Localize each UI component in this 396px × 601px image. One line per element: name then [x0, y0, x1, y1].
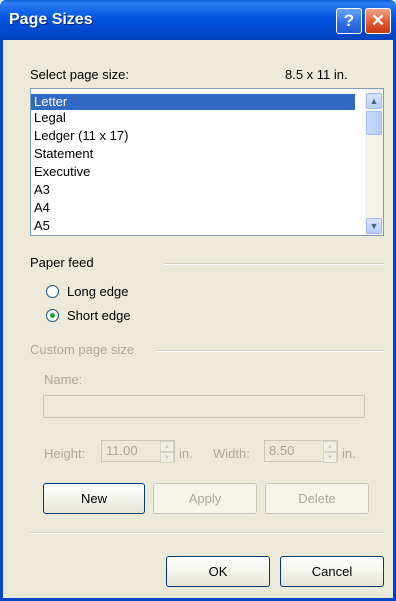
custom-page-size-label: Custom page size — [30, 342, 135, 357]
scroll-down-button[interactable]: ▼ — [366, 218, 382, 234]
chevron-down-icon: ▼ — [369, 221, 379, 231]
list-item-legal[interactable]: Legal — [31, 110, 355, 126]
radio-selected-dot — [50, 313, 55, 318]
width-spinner[interactable]: ▲ ▼ — [323, 441, 337, 463]
radio-short-edge-label[interactable]: Short edge — [67, 308, 131, 323]
height-label: Height: — [44, 446, 86, 461]
select-page-size-label: Select page size: — [30, 67, 130, 82]
radio-long-edge-label[interactable]: Long edge — [67, 284, 128, 299]
height-value: 11.00 — [106, 443, 138, 458]
current-page-size: 8.5 x 11 in. — [285, 67, 348, 82]
list-item-a3[interactable]: A3 — [31, 182, 355, 198]
list-item-a4[interactable]: A4 — [31, 200, 355, 216]
list-item-ledger[interactable]: Ledger (11 x 17) — [31, 128, 355, 144]
radio-long-edge[interactable] — [46, 285, 59, 298]
list-scrollbar[interactable]: ▲ ▼ — [365, 89, 383, 235]
chevron-up-icon: ▲ — [327, 443, 333, 450]
page-sizes-dialog: Page Sizes ? ✕ Select page size: 8.5 x 1… — [0, 0, 396, 601]
scroll-up-button[interactable]: ▲ — [366, 93, 382, 109]
height-spinner[interactable]: ▲ ▼ — [160, 441, 174, 463]
ok-button[interactable]: OK — [166, 556, 270, 587]
radio-short-edge[interactable] — [46, 309, 59, 322]
width-stepper[interactable]: 8.50 ▲ ▼ — [264, 440, 338, 463]
new-button[interactable]: New — [43, 483, 145, 514]
name-field[interactable] — [43, 395, 365, 418]
chevron-up-icon: ▲ — [369, 96, 379, 106]
close-button[interactable]: ✕ — [365, 8, 391, 34]
name-label: Name: — [44, 372, 83, 387]
scroll-thumb[interactable] — [366, 111, 382, 135]
width-decrement-button[interactable]: ▼ — [323, 452, 337, 463]
footer-divider — [30, 532, 384, 534]
help-button[interactable]: ? — [336, 8, 362, 34]
custom-page-size-divider — [156, 350, 384, 352]
chevron-up-icon: ▲ — [164, 443, 170, 450]
delete-button[interactable]: Delete — [265, 483, 369, 514]
page-size-list[interactable]: Letter Legal Ledger (11 x 17) Statement … — [30, 88, 384, 236]
cancel-button[interactable]: Cancel — [280, 556, 384, 587]
list-item-letter[interactable]: Letter — [31, 94, 355, 110]
title-bar[interactable]: Page Sizes ? ✕ — [0, 0, 396, 40]
width-unit: in. — [342, 446, 356, 461]
list-item-a5[interactable]: A5 — [31, 218, 355, 234]
width-increment-button[interactable]: ▲ — [323, 441, 337, 452]
list-item-executive[interactable]: Executive — [31, 164, 355, 180]
width-label: Width: — [213, 446, 250, 461]
close-icon: ✕ — [370, 11, 386, 30]
paper-feed-label: Paper feed — [30, 255, 94, 270]
help-icon: ? — [343, 11, 355, 30]
height-stepper[interactable]: 11.00 ▲ ▼ — [101, 440, 175, 463]
height-decrement-button[interactable]: ▼ — [160, 452, 174, 463]
window-border-left — [0, 40, 3, 601]
paper-feed-divider — [164, 263, 384, 265]
window-title: Page Sizes — [9, 11, 93, 28]
chevron-down-icon: ▼ — [164, 454, 170, 461]
list-item-statement[interactable]: Statement — [31, 146, 355, 162]
apply-button[interactable]: Apply — [153, 483, 257, 514]
width-value: 8.50 — [269, 443, 295, 458]
height-increment-button[interactable]: ▲ — [160, 441, 174, 452]
height-unit: in. — [179, 446, 193, 461]
chevron-down-icon: ▼ — [327, 454, 333, 461]
